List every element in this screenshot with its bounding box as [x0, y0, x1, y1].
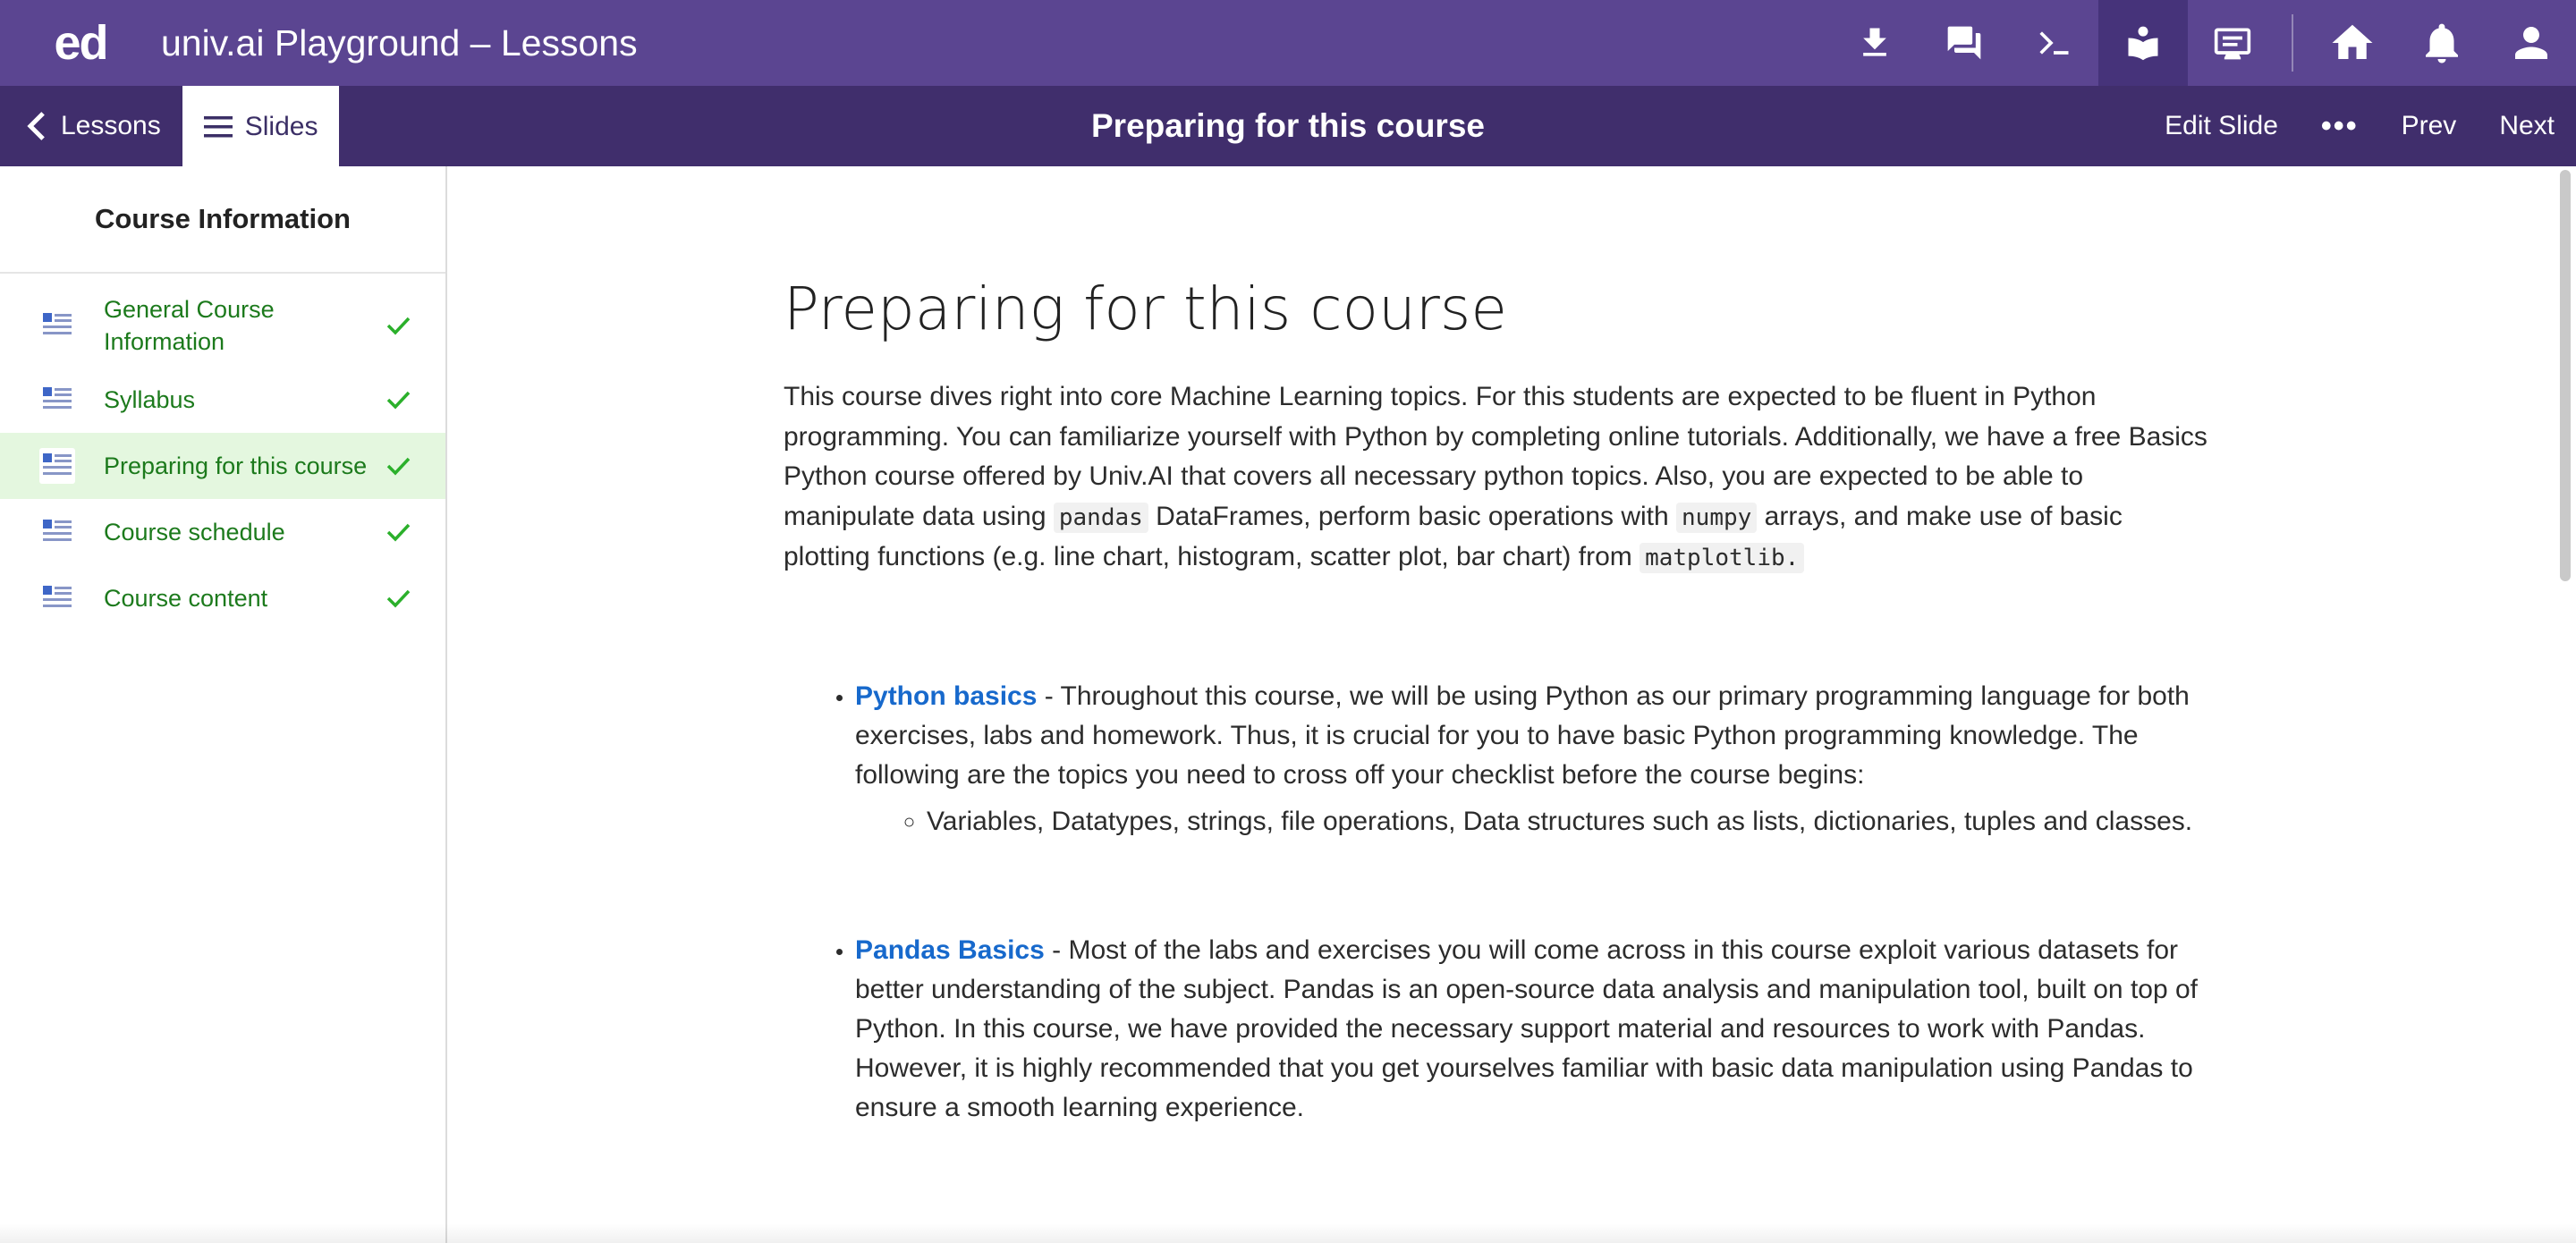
- check-icon: [386, 523, 411, 542]
- sidebar-heading: Course Information: [0, 166, 445, 274]
- document-icon: [43, 520, 72, 541]
- document-icon: [43, 586, 72, 607]
- chat-icon[interactable]: [1919, 0, 2009, 86]
- document-icon: [39, 448, 75, 484]
- sidebar-item-label: Course content: [104, 585, 268, 612]
- sidebar-item-course-content[interactable]: Course content: [0, 565, 445, 631]
- topic-list: Python basics - Throughout this course, …: [855, 677, 2215, 1128]
- ed-logo[interactable]: ed: [0, 0, 161, 86]
- bell-icon[interactable]: [2397, 0, 2487, 86]
- sidebar-item-course-schedule[interactable]: Course schedule: [0, 499, 445, 565]
- code-pandas: pandas: [1053, 502, 1148, 533]
- check-icon: [386, 391, 411, 410]
- list-item: Variables, Datatypes, strings, file oper…: [927, 802, 2215, 841]
- sidebar-item-label: Syllabus: [104, 386, 196, 413]
- prev-button[interactable]: Prev: [2380, 86, 2479, 166]
- check-icon: [386, 589, 411, 608]
- check-icon: [386, 457, 411, 476]
- code-numpy: numpy: [1676, 502, 1758, 533]
- edit-slide-button[interactable]: Edit Slide: [2143, 86, 2300, 166]
- home-icon[interactable]: [2308, 0, 2397, 86]
- back-label: Lessons: [61, 111, 161, 140]
- bottom-shadow: [0, 1223, 2576, 1243]
- user-icon[interactable]: [2487, 0, 2576, 86]
- back-to-lessons-link[interactable]: Lessons: [0, 86, 182, 166]
- content-heading: Preparing for this course: [784, 275, 1507, 343]
- menu-icon: [203, 116, 233, 138]
- pandas-basics-link[interactable]: Pandas Basics: [855, 935, 1045, 965]
- chevron-left-icon: [27, 112, 45, 140]
- document-icon: [43, 387, 72, 409]
- slide-content-area: Preparing for this course This course di…: [449, 166, 2549, 1243]
- slides-icon[interactable]: [2188, 0, 2277, 86]
- list-item-python-basics: Python basics - Throughout this course, …: [855, 677, 2215, 841]
- toolbar-divider: [2292, 14, 2293, 72]
- sidebar-item-syllabus[interactable]: Syllabus: [0, 367, 445, 433]
- content-scrollbar[interactable]: [2560, 170, 2571, 581]
- check-icon: [386, 317, 411, 335]
- sidebar-item-label: General Course Information: [104, 296, 275, 355]
- top-bar: ed univ.ai Playground – Lessons: [0, 0, 2576, 86]
- python-basics-text: - Throughout this course, we will be usi…: [855, 681, 2190, 790]
- pandas-basics-text: - Most of the labs and exercises you wil…: [855, 934, 2198, 1122]
- python-topic-sublist: Variables, Datatypes, strings, file oper…: [927, 802, 2215, 841]
- next-button[interactable]: Next: [2478, 86, 2576, 166]
- slides-label: Slides: [244, 112, 318, 141]
- document-icon: [43, 313, 72, 334]
- sidebar-item-label: Course schedule: [104, 519, 285, 545]
- lessons-icon[interactable]: [2098, 0, 2188, 86]
- list-item-pandas-basics: Pandas Basics - Most of the labs and exe…: [855, 931, 2215, 1128]
- sidebar-item-label: Preparing for this course: [104, 452, 368, 479]
- slides-tab[interactable]: Slides: [182, 86, 340, 168]
- more-options-icon[interactable]: •••: [2300, 86, 2380, 166]
- slide-actions: Edit Slide ••• Prev Next: [2143, 86, 2576, 166]
- code-matplotlib: matplotlib.: [1640, 543, 1805, 573]
- app-title: univ.ai Playground – Lessons: [161, 21, 638, 63]
- top-icon-group: [1830, 0, 2576, 86]
- python-basics-link[interactable]: Python basics: [855, 681, 1037, 711]
- download-icon[interactable]: [1830, 0, 1919, 86]
- slide-list: General Course Information Syllabus Prep…: [0, 274, 445, 631]
- slide-body: Preparing for this course This course di…: [784, 274, 2215, 1217]
- sidebar-item-preparing-for-this-course[interactable]: Preparing for this course: [0, 433, 445, 499]
- intro-paragraph: This course dives right into core Machin…: [784, 377, 2215, 579]
- terminal-icon[interactable]: [2009, 0, 2098, 86]
- intro-text: DataFrames, perform basic operations wit…: [1148, 501, 1677, 531]
- sidebar-item-general-course-information[interactable]: General Course Information: [0, 284, 445, 367]
- slides-sidebar: Course Information General Course Inform…: [0, 166, 447, 1243]
- lesson-nav-bar: Lessons Slides Preparing for this course…: [0, 86, 2576, 168]
